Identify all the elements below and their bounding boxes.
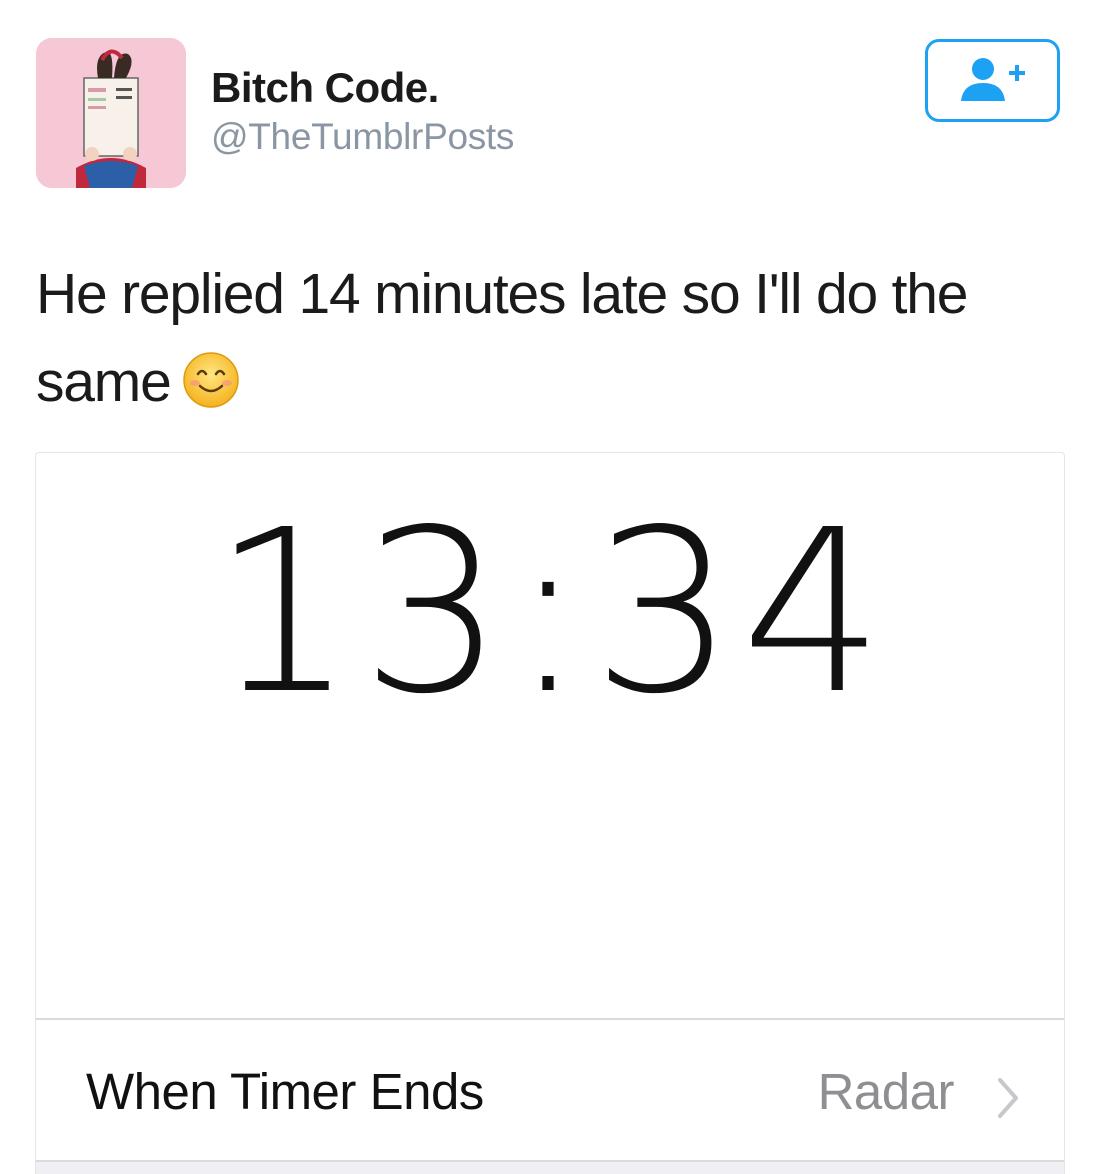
setting-label: When Timer Ends (86, 1063, 484, 1120)
smiling-face-emoji (181, 350, 241, 410)
smiling-face-icon (182, 352, 239, 408)
avatar-illustration (36, 38, 186, 188)
when-timer-ends-row[interactable]: When Timer Ends Radar (36, 1020, 1064, 1160)
setting-value: Radar (817, 1063, 955, 1120)
tweet-text-content: He replied 14 minutes late so I'll do th… (36, 262, 968, 414)
timer-display: 13:34 (211, 482, 891, 744)
chevron-right-icon (994, 1076, 1022, 1120)
tweet-text: He replied 14 minutes late so I'll do th… (36, 250, 1066, 426)
section-footer (36, 1160, 1064, 1174)
avatar[interactable] (36, 38, 186, 188)
author-display-name[interactable]: Bitch Code. (211, 64, 439, 112)
tweet-card: Bitch Code. @TheTumblrPosts He replied 1… (0, 0, 1100, 1174)
follow-button[interactable] (925, 39, 1060, 122)
add-user-icon (960, 57, 1025, 101)
attached-screenshot[interactable]: 13:34 When Timer Ends Radar (35, 452, 1065, 1174)
author-handle[interactable]: @TheTumblrPosts (211, 116, 514, 158)
